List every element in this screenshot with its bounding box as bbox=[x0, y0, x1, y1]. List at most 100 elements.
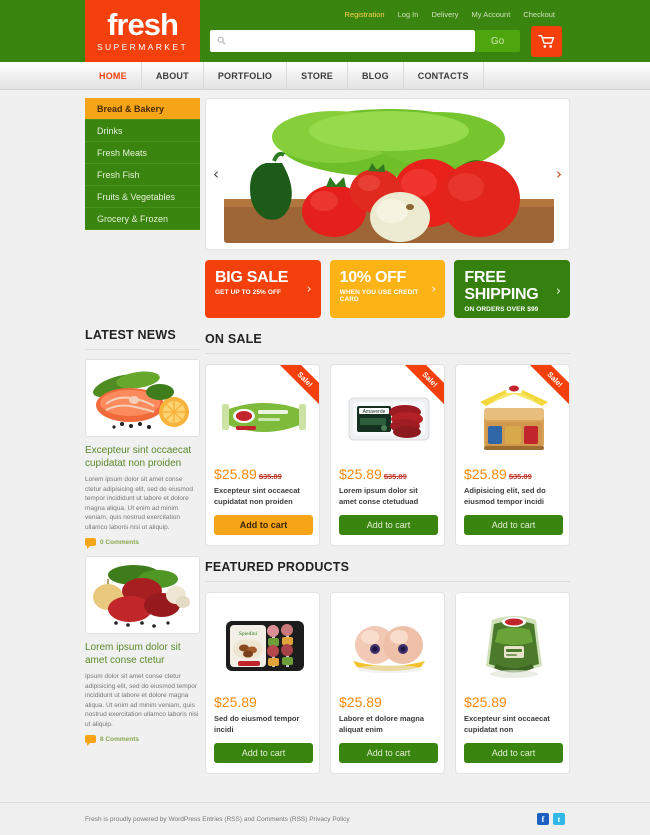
top-link-checkout[interactable]: Checkout bbox=[523, 10, 555, 19]
add-to-cart-button[interactable]: Add to cart bbox=[339, 743, 438, 763]
promo-banner-big-sale[interactable]: BIG SALE GET UP TO 25% OFF › bbox=[205, 260, 321, 318]
product-description: Sed do eiusmod tempor incidi bbox=[214, 714, 300, 734]
news-title[interactable]: Lorem ipsum dolor sit amet conse ctetur bbox=[85, 641, 200, 667]
footer-credit-text: Fresh is proudly powered by WordPress En… bbox=[85, 815, 350, 823]
comment-bubble-icon bbox=[85, 538, 96, 549]
product-price: $25.89 bbox=[464, 694, 507, 710]
product-price-row: $25.89 bbox=[339, 694, 436, 710]
add-to-cart-button[interactable]: Add to cart bbox=[339, 515, 438, 535]
social-links: f t bbox=[537, 813, 565, 825]
sidebar-item-drinks[interactable]: Drinks bbox=[85, 120, 200, 142]
product-price: $25.89 bbox=[339, 466, 382, 482]
main-column: ‹ › BIG SALE GET UP TO 25% OFF › 10% OFF… bbox=[205, 98, 571, 774]
top-link-registration[interactable]: Registration bbox=[345, 10, 385, 19]
product-image-skewers: Spiedini bbox=[214, 605, 313, 687]
search-bar bbox=[210, 30, 475, 52]
svg-text:Spiedini: Spiedini bbox=[238, 631, 257, 637]
product-image-chickens bbox=[339, 605, 438, 687]
product-image-salad-bag bbox=[464, 605, 563, 687]
chevron-right-icon: › bbox=[555, 284, 562, 299]
product-price: $25.89 bbox=[214, 466, 257, 482]
promo-banner-ten-percent[interactable]: 10% OFF WHEN YOU USE CREDIT CARD › bbox=[329, 260, 446, 318]
nav-item-store[interactable]: STORE bbox=[287, 62, 348, 90]
category-sidebar: Bread & Bakery Drinks Fresh Meats Fresh … bbox=[85, 98, 200, 230]
news-item: Lorem ipsum dolor sit amet conse ctetur … bbox=[85, 556, 200, 746]
nav-item-about[interactable]: ABOUT bbox=[142, 62, 204, 90]
site-footer: Fresh is proudly powered by WordPress En… bbox=[0, 802, 650, 834]
featured-products-title: FEATURED PRODUCTS bbox=[205, 560, 570, 582]
promo-banners: BIG SALE GET UP TO 25% OFF › 10% OFF WHE… bbox=[205, 260, 571, 318]
promo-banner-free-shipping[interactable]: FREE SHIPPING ON ORDERS OVER $99 › bbox=[454, 260, 571, 318]
sidebar-item-fresh-fish[interactable]: Fresh Fish bbox=[85, 164, 200, 186]
top-link-delivery[interactable]: Delivery bbox=[431, 10, 458, 19]
facebook-icon[interactable]: f bbox=[537, 813, 549, 825]
promo-headline: 10% OFF bbox=[339, 269, 407, 286]
product-card[interactable]: Sale! bbox=[455, 364, 570, 546]
news-title[interactable]: Excepteur sint occaecat cupidatat non pr… bbox=[85, 444, 200, 470]
product-image-green-pack bbox=[214, 377, 313, 459]
product-price-row: $25.89 $35.89 bbox=[339, 466, 436, 482]
hero-slider: ‹ › bbox=[205, 98, 570, 250]
logo-tagline: SUPERMARKET bbox=[96, 41, 189, 52]
add-to-cart-button[interactable]: Add to cart bbox=[464, 515, 563, 535]
news-item: Excepteur sint occaecat cupidatat non pr… bbox=[85, 359, 200, 549]
latest-news-block: LATEST NEWS Excepteur sint occaecat cupi… bbox=[85, 328, 200, 753]
slider-prev-button[interactable]: ‹ bbox=[213, 165, 219, 183]
news-excerpt: Ipsum dolor sit amet conse ctetur adipis… bbox=[85, 673, 199, 728]
nav-item-home[interactable]: HOME bbox=[85, 62, 142, 90]
product-old-price: $35.89 bbox=[508, 472, 532, 481]
sidebar-item-grocery-frozen[interactable]: Grocery & Frozen bbox=[85, 208, 200, 230]
product-price-row: $25.89 $35.89 bbox=[464, 466, 561, 482]
slider-next-button[interactable]: › bbox=[556, 165, 562, 183]
product-price-row: $25.89 $35.89 bbox=[214, 466, 311, 482]
logo-wordmark: fresh bbox=[107, 6, 179, 42]
add-to-cart-button[interactable]: Add to cart bbox=[214, 515, 313, 535]
news-thumbnail-beef[interactable] bbox=[85, 556, 200, 634]
product-card[interactable]: $25.89 Labore et dolore magna aliquat en… bbox=[330, 592, 445, 774]
top-utility-links: Registration Log In Delivery My Account … bbox=[345, 10, 555, 19]
sidebar-item-bread-bakery[interactable]: Bread & Bakery bbox=[85, 98, 200, 120]
search-go-button[interactable]: Go bbox=[475, 30, 520, 52]
top-link-login[interactable]: Log In bbox=[398, 10, 419, 19]
news-comment-count[interactable]: 8 Comments bbox=[85, 735, 200, 746]
sidebar-item-fresh-meats[interactable]: Fresh Meats bbox=[85, 142, 200, 164]
promo-subtext: ON ORDERS OVER $99 bbox=[464, 306, 539, 313]
product-price: $25.89 bbox=[339, 694, 382, 710]
promo-subtext: WHEN YOU USE CREDIT CARD bbox=[339, 289, 419, 303]
shopping-cart-button[interactable] bbox=[531, 26, 562, 57]
top-link-my-account[interactable]: My Account bbox=[472, 10, 511, 19]
search-input[interactable] bbox=[226, 36, 475, 46]
comment-count-label: 8 Comments bbox=[100, 735, 140, 743]
news-excerpt: Lorem ipsum dolor sit amet conse ctetur … bbox=[85, 476, 194, 531]
product-card[interactable]: Spiedini $25.89 Sed do eiusmod tempor in… bbox=[205, 592, 320, 774]
product-card[interactable]: Sale! Amaverde $25.89 $35.89 Lorem ipsum… bbox=[330, 364, 445, 546]
page-root: fresh SUPERMARKET Registration Log In De… bbox=[0, 0, 650, 834]
main-navigation: HOME ABOUT PORTFOLIO STORE BLOG CONTACTS bbox=[0, 62, 650, 90]
nav-item-blog[interactable]: BLOG bbox=[348, 62, 404, 90]
product-description: Adipisicing elit, sed do eiusmod tempor … bbox=[464, 486, 546, 506]
on-sale-title: ON SALE bbox=[205, 332, 570, 354]
product-price: $25.89 bbox=[464, 466, 507, 482]
shopping-cart-icon bbox=[538, 34, 555, 48]
add-to-cart-button[interactable]: Add to cart bbox=[214, 743, 313, 763]
product-price-row: $25.89 bbox=[464, 694, 561, 710]
nav-item-portfolio[interactable]: PORTFOLIO bbox=[204, 62, 288, 90]
twitter-icon[interactable]: t bbox=[553, 813, 565, 825]
comment-bubble-icon bbox=[85, 735, 96, 746]
nav-item-contacts[interactable]: CONTACTS bbox=[404, 62, 484, 90]
promo-subtext: GET UP TO 25% OFF bbox=[215, 289, 282, 296]
product-card[interactable]: Sale! bbox=[205, 364, 320, 546]
page-content: Bread & Bakery Drinks Fresh Meats Fresh … bbox=[0, 90, 650, 774]
news-comment-count[interactable]: 0 Comments bbox=[85, 538, 200, 549]
product-image-meat-tray: Amaverde bbox=[339, 377, 438, 459]
search-icon bbox=[217, 32, 226, 50]
add-to-cart-button[interactable]: Add to cart bbox=[464, 743, 563, 763]
news-thumbnail-salmon[interactable] bbox=[85, 359, 200, 437]
product-description: Labore et dolore magna aliquat enim bbox=[339, 714, 425, 734]
product-description: Excepteur sint occaecat cupidatat non bbox=[464, 714, 550, 734]
sidebar-item-fruits-vegetables[interactable]: Fruits & Vegetables bbox=[85, 186, 200, 208]
site-logo[interactable]: fresh SUPERMARKET bbox=[85, 0, 200, 62]
product-image-bread bbox=[464, 377, 563, 459]
comment-count-label: 0 Comments bbox=[100, 538, 140, 546]
product-card[interactable]: $25.89 Excepteur sint occaecat cupidatat… bbox=[455, 592, 570, 774]
